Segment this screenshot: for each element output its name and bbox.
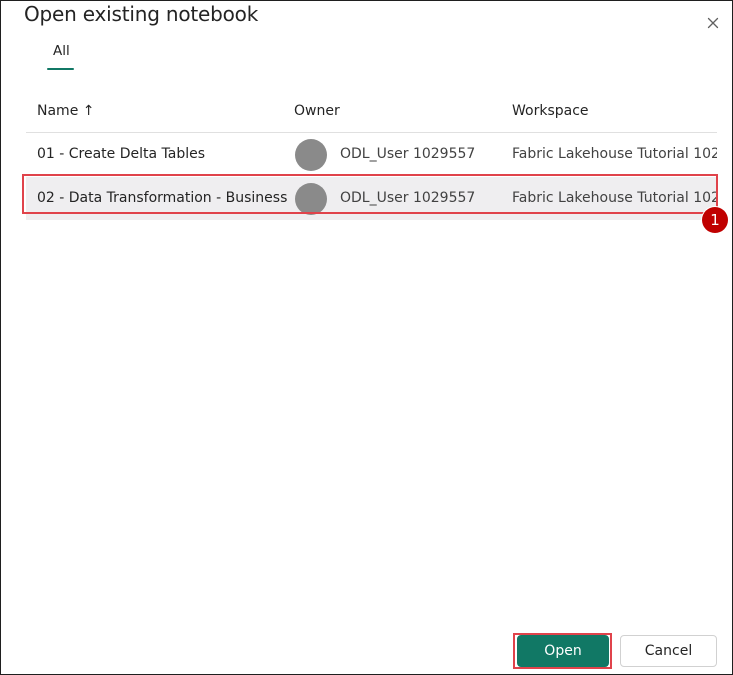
table-row[interactable]: 01 - Create Delta Tables ODL_User 102955… [26, 133, 717, 176]
open-notebook-dialog: Open existing notebook All Name ↑ Owner … [0, 0, 733, 675]
column-header-workspace[interactable]: Workspace [512, 101, 589, 121]
column-header-name[interactable]: Name ↑ [37, 101, 94, 121]
close-button[interactable] [703, 13, 723, 33]
row-owner: ODL_User 1029557 [340, 190, 476, 206]
step-badge: 1 [702, 207, 728, 233]
row-workspace: Fabric Lakehouse Tutorial 102 [512, 146, 717, 162]
avatar [295, 183, 327, 215]
table-row-selected[interactable]: 02 - Data Transformation - Business ODL_… [26, 177, 717, 220]
close-icon [707, 17, 719, 29]
row-owner: ODL_User 1029557 [340, 146, 476, 162]
tab-all[interactable]: All [45, 40, 75, 72]
row-name: 01 - Create Delta Tables [37, 146, 206, 162]
dialog-title: Open existing notebook [24, 2, 259, 26]
row-workspace: Fabric Lakehouse Tutorial 102 [512, 190, 717, 206]
avatar [295, 139, 327, 171]
column-header-owner[interactable]: Owner [294, 101, 340, 121]
open-button[interactable]: Open [517, 635, 609, 667]
tab-all-label: All [53, 43, 70, 59]
cancel-button[interactable]: Cancel [620, 635, 717, 667]
tab-selected-indicator [47, 68, 74, 70]
row-name: 02 - Data Transformation - Business [37, 190, 288, 206]
